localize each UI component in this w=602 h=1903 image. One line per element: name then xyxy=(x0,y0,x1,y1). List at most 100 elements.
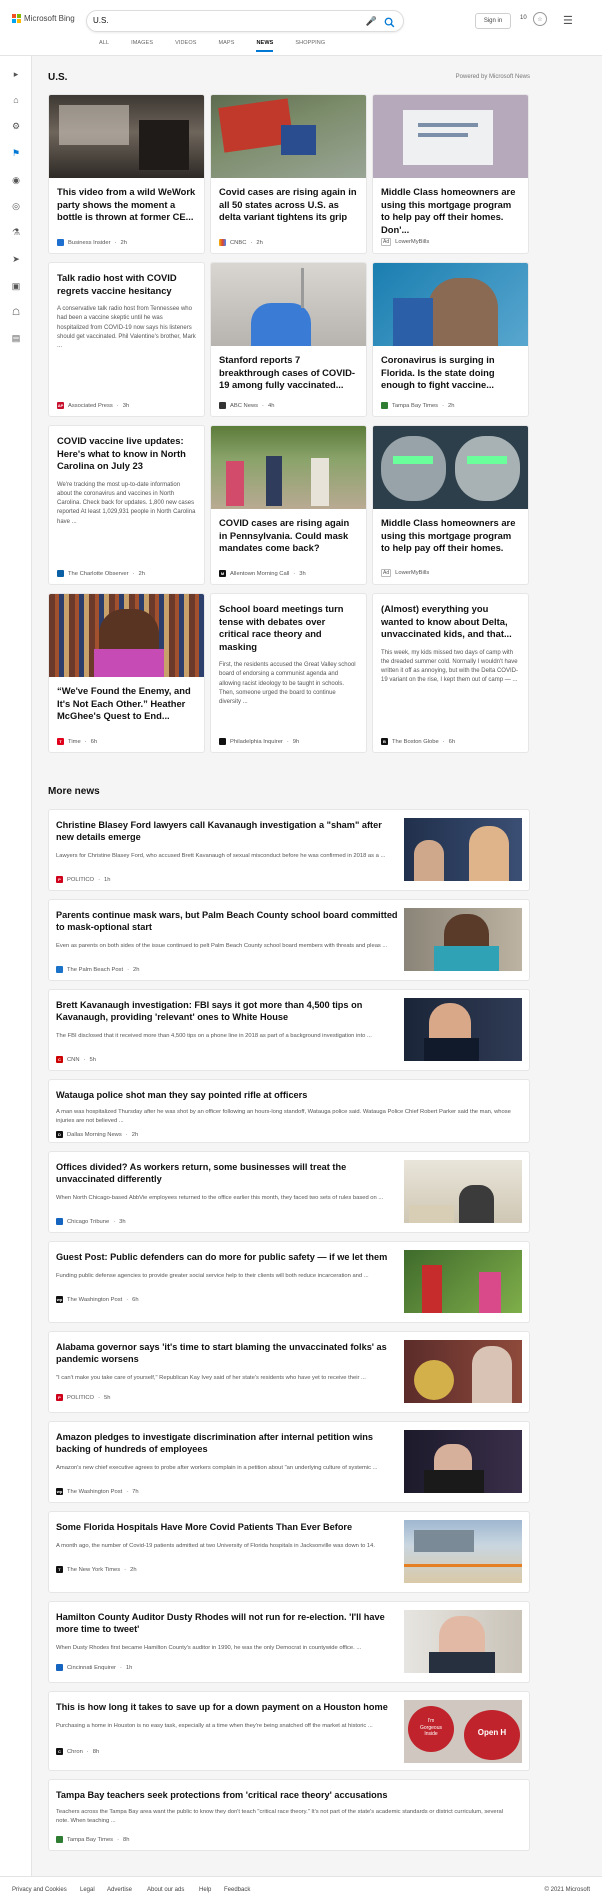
news-list-item[interactable]: Tampa Bay teachers seek protections from… xyxy=(48,1779,530,1851)
card-source: ABC News · 4h xyxy=(219,402,274,409)
news-card[interactable]: This video from a wild WeWork party show… xyxy=(48,94,205,254)
search-box[interactable]: U.S. 🎤 xyxy=(86,10,404,32)
card-title[interactable]: COVID cases are rising again in Pennsylv… xyxy=(219,517,358,555)
tab-maps[interactable]: MAPS xyxy=(207,40,245,51)
item-title[interactable]: Hamilton County Auditor Dusty Rhodes wil… xyxy=(56,1611,401,1636)
footer: Privacy and Cookies Legal Advertise Abou… xyxy=(0,1876,602,1903)
ad-card[interactable]: Middle Class homeowners are using this m… xyxy=(372,94,529,254)
trophy-icon[interactable]: ☆ xyxy=(533,12,547,26)
tab-all[interactable]: ALL xyxy=(88,40,120,51)
news-list-item[interactable]: Brett Kavanaugh investigation: FBI says … xyxy=(48,989,530,1071)
card-snippet: This week, my kids missed two days of ca… xyxy=(381,649,518,684)
ad-card[interactable]: Middle Class homeowners are using this m… xyxy=(372,425,529,585)
news-card[interactable]: COVID cases are rising again in Pennsylv… xyxy=(210,425,367,585)
footer-link-legal[interactable]: Legal xyxy=(80,1887,95,1893)
news-card[interactable]: “We've Found the Enemy, and It's Not Eac… xyxy=(48,593,205,753)
card-title[interactable]: COVID vaccine live updates: Here's what … xyxy=(57,435,196,473)
flag-icon[interactable]: ⚑ xyxy=(8,145,24,161)
tab-news[interactable]: NEWS xyxy=(245,40,284,52)
item-title[interactable]: Tampa Bay teachers seek protections from… xyxy=(56,1789,516,1801)
location-icon[interactable]: ◉ xyxy=(8,172,24,188)
item-title[interactable]: Alabama governor says 'it's time to star… xyxy=(56,1341,401,1366)
card-title[interactable]: School board meetings turn tense with de… xyxy=(219,603,358,653)
card-title[interactable]: Middle Class homeowners are using this m… xyxy=(381,186,520,236)
globe-icon[interactable]: ◎ xyxy=(8,198,24,214)
item-title[interactable]: This is how long it takes to save up for… xyxy=(56,1701,401,1713)
item-source: wp The Washington Post · 6h xyxy=(56,1296,139,1303)
footer-link-about-ads[interactable]: About our ads xyxy=(147,1887,184,1893)
money-icon[interactable]: ▤ xyxy=(8,330,24,346)
sports-icon[interactable]: ⚙ xyxy=(8,118,24,134)
news-list-item[interactable]: Hamilton County Auditor Dusty Rhodes wil… xyxy=(48,1601,530,1683)
tab-images[interactable]: IMAGES xyxy=(120,40,164,51)
news-card[interactable]: Stanford reports 7 breakthrough cases of… xyxy=(210,262,367,417)
news-card[interactable]: COVID vaccine live updates: Here's what … xyxy=(48,425,205,585)
search-input[interactable]: U.S. xyxy=(93,16,109,25)
news-list-item[interactable]: Amazon pledges to investigate discrimina… xyxy=(48,1421,530,1503)
rocket-icon[interactable]: ➤ xyxy=(8,251,24,267)
card-image xyxy=(373,426,528,509)
entertainment-icon[interactable]: ▣ xyxy=(8,278,24,294)
card-image xyxy=(373,95,528,178)
card-image xyxy=(49,95,204,178)
science-icon[interactable]: ⚗ xyxy=(8,224,24,240)
news-list-item[interactable]: This is how long it takes to save up for… xyxy=(48,1691,530,1771)
microphone-icon[interactable]: 🎤 xyxy=(366,16,377,27)
bing-logo[interactable]: Microsoft Bing xyxy=(12,14,75,23)
card-title[interactable]: Middle Class homeowners are using this m… xyxy=(381,517,520,555)
card-snippet: First, the residents accused the Great V… xyxy=(219,662,356,706)
news-list-item[interactable]: Guest Post: Public defenders can do more… xyxy=(48,1241,530,1323)
card-title[interactable]: (Almost) everything you wanted to know a… xyxy=(381,603,520,641)
card-title[interactable]: This video from a wild WeWork party show… xyxy=(57,186,196,224)
card-title[interactable]: Coronavirus is surging in Florida. Is th… xyxy=(381,354,520,392)
card-title[interactable]: “We've Found the Enemy, and It's Not Eac… xyxy=(57,685,196,723)
card-source: The Charlotte Observer · 2h xyxy=(57,570,145,577)
item-title[interactable]: Offices divided? As workers return, some… xyxy=(56,1161,401,1186)
item-title[interactable]: Some Florida Hospitals Have More Covid P… xyxy=(56,1521,401,1533)
card-title[interactable]: Stanford reports 7 breakthrough cases of… xyxy=(219,354,358,392)
home-icon[interactable]: ⌂ xyxy=(8,92,24,108)
item-title[interactable]: Parents continue mask wars, but Palm Bea… xyxy=(56,909,401,934)
item-title[interactable]: Guest Post: Public defenders can do more… xyxy=(56,1251,401,1263)
item-image xyxy=(404,1340,522,1403)
tab-shopping[interactable]: SHOPPING xyxy=(284,40,336,51)
hamburger-menu-icon[interactable]: ☰ xyxy=(563,14,573,27)
footer-link-advertise[interactable]: Advertise xyxy=(107,1887,132,1893)
item-title[interactable]: Watauga police shot man they say pointed… xyxy=(56,1089,516,1101)
card-source: M Allentown Morning Call · 3h xyxy=(219,570,306,577)
news-list-item[interactable]: Some Florida Hospitals Have More Covid P… xyxy=(48,1511,530,1593)
news-list-item[interactable]: Alabama governor says 'it's time to star… xyxy=(48,1331,530,1413)
ad-badge: Ad xyxy=(381,569,392,577)
tab-videos[interactable]: VIDEOS xyxy=(164,40,207,51)
item-title[interactable]: Amazon pledges to investigate discrimina… xyxy=(56,1431,401,1456)
item-source: Chicago Tribune · 3h xyxy=(56,1218,126,1225)
item-title[interactable]: Brett Kavanaugh investigation: FBI says … xyxy=(56,999,401,1024)
card-title[interactable]: Covid cases are rising again in all 50 s… xyxy=(219,186,358,224)
rewards-count[interactable]: 10 xyxy=(520,15,527,21)
item-image xyxy=(404,1520,522,1583)
bank-icon[interactable]: ☖ xyxy=(8,304,24,320)
microsoft-logo-icon xyxy=(12,14,21,23)
footer-link-privacy[interactable]: Privacy and Cookies xyxy=(12,1887,67,1893)
search-icon[interactable] xyxy=(384,15,395,33)
news-list-item[interactable]: Christine Blasey Ford lawyers call Kavan… xyxy=(48,809,530,891)
footer-link-help[interactable]: Help xyxy=(199,1887,211,1893)
news-list-item[interactable]: Watauga police shot man they say pointed… xyxy=(48,1079,530,1143)
card-title[interactable]: Talk radio host with COVID regrets vacci… xyxy=(57,272,196,297)
news-card[interactable]: (Almost) everything you wanted to know a… xyxy=(372,593,529,753)
source-logo-icon xyxy=(57,570,64,577)
item-snippet: A month ago, the number of Covid-19 pati… xyxy=(56,1543,375,1549)
ad-badge: Ad xyxy=(381,238,392,246)
news-list-item[interactable]: Offices divided? As workers return, some… xyxy=(48,1151,530,1233)
news-card[interactable]: Coronavirus is surging in Florida. Is th… xyxy=(372,262,529,417)
footer-link-feedback[interactable]: Feedback xyxy=(224,1887,250,1893)
news-card[interactable]: Covid cases are rising again in all 50 s… xyxy=(210,94,367,254)
card-image xyxy=(211,263,366,346)
news-card[interactable]: School board meetings turn tense with de… xyxy=(210,593,367,753)
sign-in-button[interactable]: Sign in xyxy=(475,13,511,29)
expand-icon[interactable]: ▸ xyxy=(8,66,24,82)
news-card[interactable]: Talk radio host with COVID regrets vacci… xyxy=(48,262,205,417)
item-title[interactable]: Christine Blasey Ford lawyers call Kavan… xyxy=(56,819,401,844)
news-list-item[interactable]: Parents continue mask wars, but Palm Bea… xyxy=(48,899,530,981)
card-source: Ad LowerMyBills xyxy=(381,238,430,246)
